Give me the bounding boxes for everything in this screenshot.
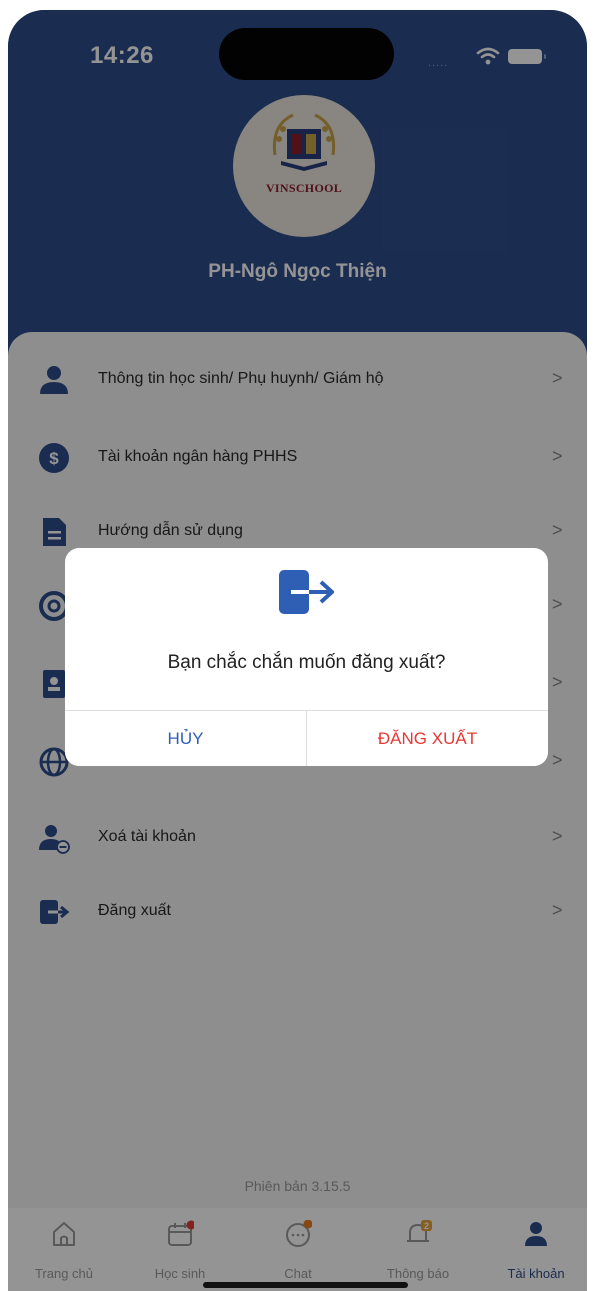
confirm-logout-button[interactable]: ĐĂNG XUẤT (307, 711, 548, 766)
phone-screen: 14:26 ..... VINSCHOOL PH-Ngô Ngọc Thiện (8, 10, 587, 1291)
logout-confirm-dialog: Bạn chắc chắn muốn đăng xuất? HỦY ĐĂNG X… (65, 548, 548, 766)
home-indicator[interactable] (203, 1282, 408, 1288)
cancel-button[interactable]: HỦY (65, 711, 306, 766)
dialog-message: Bạn chắc chắn muốn đăng xuất? (167, 652, 446, 673)
logout-icon (279, 570, 334, 614)
